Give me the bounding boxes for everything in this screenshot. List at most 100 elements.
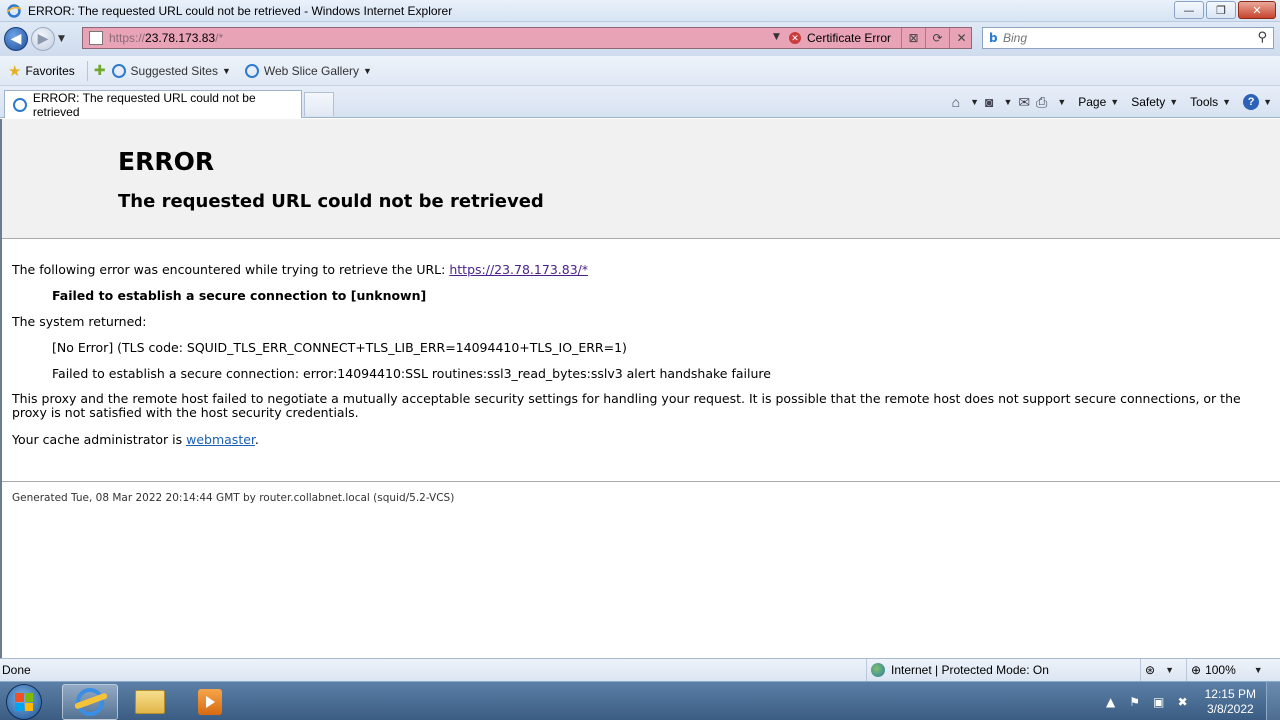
favorites-separator — [86, 60, 88, 81]
certificate-error-label: Certificate Error — [807, 31, 892, 45]
chevron-down-icon: ▼ — [1263, 97, 1272, 107]
tab-bar: ERROR: The requested URL could not be re… — [0, 86, 1280, 119]
chevron-down-icon: ▼ — [363, 65, 372, 76]
clock-date: 3/8/2022 — [1206, 701, 1254, 716]
safety-menu-label: Safety — [1131, 95, 1166, 109]
close-button[interactable]: ✕ — [1238, 1, 1276, 19]
chevron-down-icon[interactable]: ▼ — [1057, 97, 1066, 107]
address-url[interactable]: https://23.78.173.83/* — [109, 31, 223, 45]
taskbar: ▲ ⚑ ▣ ✖ 12:15 PM 3/8/2022 — [0, 681, 1280, 720]
recent-pages-dropdown[interactable]: ▼ — [58, 34, 70, 44]
navigation-bar: ◀ ▶ ▼ https://23.78.173.83/* ▼ ✕ Certifi… — [0, 22, 1280, 56]
folder-icon — [135, 690, 165, 714]
add-to-favorites-bar-icon[interactable]: ✚ — [94, 62, 106, 79]
chevron-down-icon[interactable]: ▼ — [970, 97, 979, 107]
ie-page-icon — [244, 63, 259, 78]
status-bar: Done Internet | Protected Mode: On ⊛ ▼ ⊕… — [0, 658, 1280, 681]
system-tray: ▲ ⚑ ▣ ✖ 12:15 PM 3/8/2022 — [1103, 682, 1280, 720]
internet-explorer-icon — [76, 688, 104, 716]
ie-page-icon — [13, 97, 27, 112]
url-host: 23.78.173.83 — [145, 31, 216, 45]
security-zone-label: Internet | Protected Mode: On — [891, 663, 1049, 677]
maximize-button[interactable]: ❐ — [1206, 1, 1236, 19]
back-arrow-icon: ◀ — [10, 31, 22, 47]
stop-button[interactable]: ✕ — [949, 28, 973, 48]
home-icon[interactable]: ⌂ — [952, 94, 960, 110]
tools-menu-label: Tools — [1190, 95, 1219, 109]
stop-icon: ✕ — [956, 31, 967, 45]
tab-current[interactable]: ERROR: The requested URL could not be re… — [4, 90, 302, 119]
tab-title: ERROR: The requested URL could not be re… — [32, 90, 256, 119]
error-header: ERROR The requested URL could not be ret… — [2, 119, 1280, 239]
chevron-down-icon: ▼ — [1165, 665, 1174, 675]
tls-code-message: [No Error] (TLS code: SQUID_TLS_ERR_CONN… — [52, 340, 627, 355]
network-icon[interactable]: ▣ — [1151, 694, 1167, 710]
mail-icon[interactable]: ✉ — [1018, 94, 1030, 111]
volume-muted-icon[interactable]: ✖ — [1175, 694, 1191, 710]
security-zone[interactable]: Internet | Protected Mode: On — [866, 659, 1049, 681]
failure-message: Failed to establish a secure connection … — [52, 288, 427, 303]
safety-menu[interactable]: Safety ▼ — [1131, 95, 1178, 109]
print-icon[interactable]: ⎙ — [1036, 94, 1047, 111]
address-bar[interactable]: https://23.78.173.83/* ▼ ✕ Certificate E… — [82, 27, 972, 49]
requested-url-link[interactable]: https://23.78.173.83/* — [449, 262, 588, 277]
chevron-down-icon: ▼ — [1110, 97, 1120, 107]
zoom-icon: ⊕ — [1191, 663, 1202, 677]
explanation-text: This proxy and the remote host failed to… — [12, 392, 1262, 420]
show-hidden-icons-icon[interactable]: ▲ — [1103, 694, 1119, 710]
rss-feed-icon[interactable]: ◙ — [985, 94, 993, 110]
favorites-bar: ★ Favorites ✚ Suggested Sites ▼ Web Slic… — [0, 56, 1280, 86]
taskbar-media-player[interactable] — [182, 684, 238, 720]
url-scheme: https:// — [109, 31, 146, 45]
webmaster-link[interactable]: webmaster — [186, 432, 255, 447]
help-menu[interactable]: ? ▼ — [1243, 94, 1272, 110]
internet-globe-icon — [871, 663, 885, 677]
forward-arrow-icon: ▶ — [37, 31, 49, 47]
web-slice-gallery-label: Web Slice Gallery — [263, 63, 360, 78]
ie-page-icon — [111, 63, 126, 78]
page-menu-label: Page — [1078, 95, 1107, 109]
start-button[interactable] — [6, 684, 42, 720]
chevron-down-icon[interactable]: ▼ — [1003, 97, 1012, 107]
favorites-button[interactable]: ★ Favorites — [8, 62, 75, 80]
refresh-icon: ⟳ — [932, 31, 943, 45]
favorites-star-icon: ★ — [8, 62, 22, 80]
back-button[interactable]: ◀ — [4, 27, 28, 51]
zoom-control[interactable]: ⊕ 100% ▼ — [1186, 659, 1263, 681]
status-text: Done — [2, 663, 31, 677]
suggested-sites-item[interactable]: Suggested Sites ▼ — [111, 63, 231, 78]
chevron-down-icon: ▼ — [221, 65, 231, 76]
forward-button[interactable]: ▶ — [31, 27, 55, 51]
page-icon — [89, 31, 103, 45]
certificate-error-button[interactable]: ✕ Certificate Error — [789, 28, 891, 48]
tools-menu[interactable]: Tools ▼ — [1190, 95, 1231, 109]
explanation-line-2: proxy is not satisfied with the host sec… — [12, 405, 359, 420]
web-slice-gallery-item[interactable]: Web Slice Gallery ▼ — [244, 63, 372, 78]
address-dropdown-icon[interactable]: ▼ — [773, 32, 780, 42]
cache-admin-suffix: . — [254, 432, 259, 447]
new-tab-button[interactable] — [304, 92, 334, 116]
internet-explorer-icon — [6, 3, 22, 18]
taskbar-windows-explorer[interactable] — [122, 684, 178, 720]
status-tools[interactable]: ⊛ ▼ — [1140, 659, 1174, 681]
page-menu[interactable]: Page ▼ — [1078, 95, 1119, 109]
cache-admin-line: Your cache administrator is webmaster. — [12, 432, 259, 447]
error-subheading: The requested URL could not be retrieved — [118, 191, 544, 212]
action-center-flag-icon[interactable]: ⚑ — [1127, 694, 1143, 710]
privacy-icon: ⊛ — [1145, 663, 1156, 677]
clock[interactable]: 12:15 PM 3/8/2022 — [1205, 687, 1256, 717]
system-returned-label: The system returned: — [12, 314, 147, 329]
search-bar[interactable]: b ⚲ — [982, 27, 1274, 49]
minimize-button[interactable]: — — [1174, 1, 1204, 19]
show-desktop-button[interactable] — [1266, 682, 1280, 720]
window-titlebar[interactable]: ERROR: The requested URL could not be re… — [0, 0, 1280, 22]
bing-icon: b — [989, 31, 998, 45]
compatibility-view-button[interactable]: ⊠ — [901, 28, 925, 48]
error-heading: ERROR — [118, 147, 215, 176]
search-input[interactable] — [1003, 31, 1223, 45]
refresh-button[interactable]: ⟳ — [925, 28, 949, 48]
ssl-error-message: Failed to establish a secure connection:… — [52, 366, 771, 381]
compatibility-view-icon: ⊠ — [908, 31, 919, 45]
taskbar-internet-explorer[interactable] — [62, 684, 118, 720]
search-icon[interactable]: ⚲ — [1257, 30, 1267, 45]
